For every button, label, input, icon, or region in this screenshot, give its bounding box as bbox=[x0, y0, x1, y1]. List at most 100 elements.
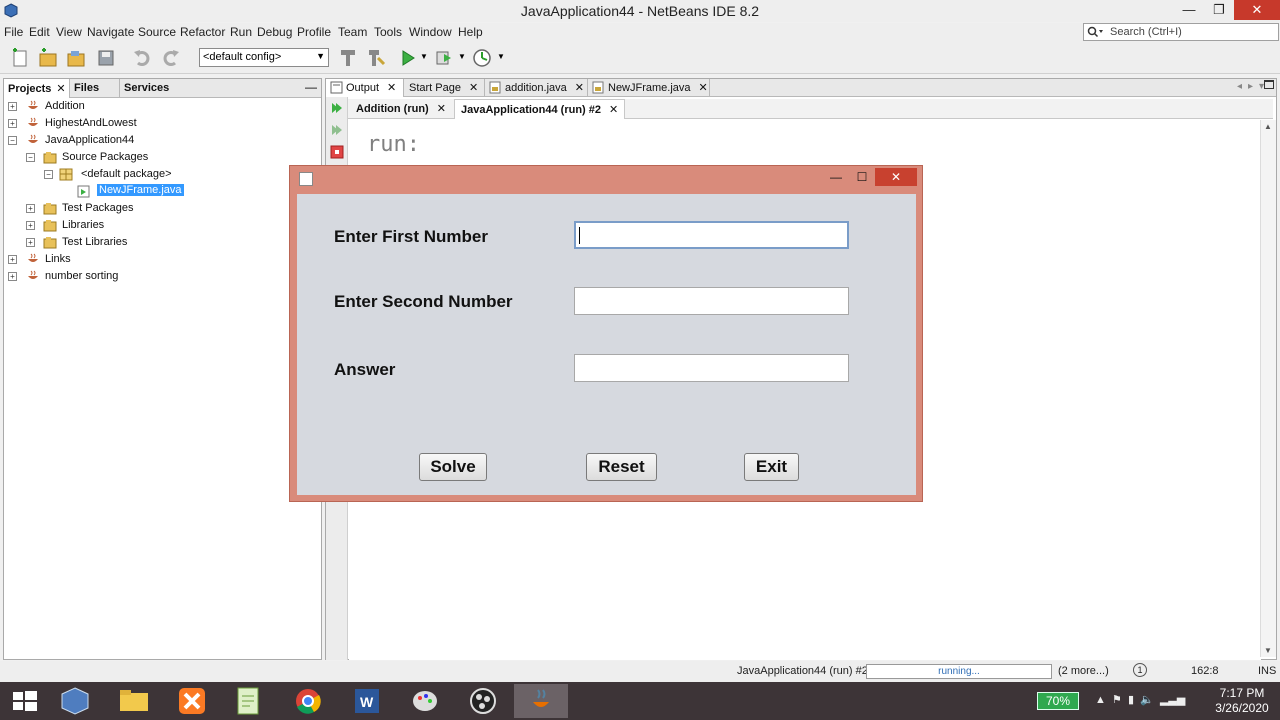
app-maximize-button[interactable]: ☐ bbox=[849, 168, 875, 186]
tab-start-page[interactable]: Start Page ✕ bbox=[404, 79, 485, 97]
menu-help[interactable]: Help bbox=[458, 25, 483, 39]
debug-dropdown-icon[interactable]: ▼ bbox=[458, 52, 466, 61]
tab-projects[interactable]: Projects ✕ bbox=[4, 79, 70, 98]
menu-debug[interactable]: Debug bbox=[257, 25, 292, 39]
build-icon[interactable] bbox=[338, 48, 358, 68]
vertical-scrollbar[interactable]: ▲ ▼ bbox=[1260, 120, 1276, 657]
obs-icon[interactable] bbox=[456, 684, 510, 718]
close-icon[interactable]: ✕ bbox=[575, 82, 584, 94]
close-icon[interactable]: ✕ bbox=[469, 82, 478, 94]
tab-newjframe-java[interactable]: NewJFrame.java ✕ bbox=[588, 79, 710, 97]
collapse-icon[interactable]: − bbox=[44, 170, 53, 179]
minimize-panel-button[interactable]: — bbox=[305, 80, 317, 94]
expand-icon[interactable]: + bbox=[26, 238, 35, 247]
close-icon[interactable]: ✕ bbox=[387, 82, 396, 94]
window-close-button[interactable]: ✕ bbox=[1234, 0, 1280, 20]
run-dropdown-icon[interactable]: ▼ bbox=[420, 52, 428, 61]
save-all-icon[interactable] bbox=[96, 48, 116, 68]
system-tray-icons[interactable]: ▲ ⚑ ▮ 🔈 ▂▃▅ bbox=[1095, 693, 1185, 706]
new-file-icon[interactable] bbox=[10, 48, 30, 68]
scroll-up-icon[interactable]: ▲ bbox=[1264, 122, 1272, 131]
stop-icon[interactable] bbox=[330, 145, 344, 159]
expand-icon[interactable]: + bbox=[26, 204, 35, 213]
reset-button[interactable]: Reset bbox=[586, 453, 657, 481]
tab-output[interactable]: Output ✕ bbox=[326, 79, 404, 97]
paint-icon[interactable] bbox=[398, 684, 452, 718]
title-bar: JavaApplication44 - NetBeans IDE 8.2 — ❐… bbox=[0, 0, 1280, 22]
output-tabs: Addition (run) ✕ JavaApplication44 (run) … bbox=[348, 99, 1273, 119]
tab-addition-java[interactable]: addition.java ✕ bbox=[485, 79, 588, 97]
chrome-icon[interactable] bbox=[281, 684, 335, 718]
profile-icon[interactable] bbox=[472, 48, 492, 68]
config-select[interactable]: <default config> ▼ bbox=[199, 48, 329, 67]
menu-file[interactable]: File bbox=[4, 25, 23, 39]
search-input[interactable]: Search (Ctrl+I) bbox=[1083, 23, 1279, 41]
tab-start-page-label: Start Page bbox=[409, 82, 461, 94]
notepad-plus-icon[interactable] bbox=[222, 684, 276, 718]
expand-icon[interactable]: + bbox=[8, 102, 17, 111]
tab-addition-run[interactable]: Addition (run) ✕ bbox=[350, 99, 452, 119]
debug-icon[interactable] bbox=[434, 48, 454, 68]
running-process-label[interactable]: JavaApplication44 (run) #2 bbox=[737, 665, 868, 677]
maximize-editor-button[interactable] bbox=[1264, 80, 1274, 89]
more-processes-link[interactable]: (2 more...) bbox=[1058, 665, 1109, 677]
menu-view[interactable]: View bbox=[56, 25, 82, 39]
search-placeholder: Search (Ctrl+I) bbox=[1110, 26, 1182, 38]
profile-dropdown-icon[interactable]: ▼ bbox=[497, 52, 505, 61]
tree-item-label: Test Libraries bbox=[62, 236, 128, 248]
tree-item-label: number sorting bbox=[45, 270, 119, 282]
expand-icon[interactable]: + bbox=[8, 119, 17, 128]
window-minimize-button[interactable]: — bbox=[1174, 0, 1204, 20]
menu-profile[interactable]: Profile bbox=[297, 25, 331, 39]
collapse-icon[interactable]: − bbox=[8, 136, 17, 145]
battery-indicator[interactable]: 70% bbox=[1037, 692, 1079, 710]
window-maximize-button[interactable]: ❐ bbox=[1204, 0, 1234, 20]
tab-files[interactable]: Files bbox=[70, 79, 118, 98]
app-close-button[interactable]: ✕ bbox=[875, 168, 917, 186]
rerun-with-params-icon[interactable] bbox=[330, 123, 344, 137]
start-icon[interactable] bbox=[0, 684, 54, 718]
first-number-label: Enter First Number bbox=[334, 227, 488, 246]
app-minimize-button[interactable]: — bbox=[823, 168, 849, 186]
java-icon[interactable] bbox=[514, 684, 568, 718]
new-project-icon[interactable] bbox=[38, 48, 58, 68]
file-explorer-icon[interactable] bbox=[107, 684, 161, 718]
expand-icon[interactable]: + bbox=[26, 221, 35, 230]
close-icon[interactable]: ✕ bbox=[56, 83, 65, 95]
answer-input[interactable] bbox=[574, 354, 849, 382]
scroll-down-icon[interactable]: ▼ bbox=[1264, 646, 1272, 655]
menu-run[interactable]: Run bbox=[230, 25, 252, 39]
clean-build-icon[interactable] bbox=[366, 48, 386, 68]
collapse-icon[interactable]: − bbox=[26, 153, 35, 162]
run-icon[interactable] bbox=[398, 48, 418, 68]
first-number-input[interactable] bbox=[574, 221, 849, 249]
tab-javaapplication44-run[interactable]: JavaApplication44 (run) #2 ✕ bbox=[454, 99, 626, 119]
java-project-icon bbox=[28, 270, 38, 279]
solve-button[interactable]: Solve bbox=[419, 453, 487, 481]
notification-icon[interactable]: 1 bbox=[1133, 663, 1147, 677]
virtualbox-icon[interactable] bbox=[48, 684, 102, 718]
expand-icon[interactable]: + bbox=[8, 272, 17, 281]
clock[interactable]: 7:17 PM 3/26/2020 bbox=[1210, 686, 1274, 716]
text-caret bbox=[579, 227, 580, 244]
tab-services[interactable]: Services bbox=[119, 79, 189, 98]
menu-tools[interactable]: Tools bbox=[374, 25, 402, 39]
exit-button[interactable]: Exit bbox=[744, 453, 799, 481]
second-number-input[interactable] bbox=[574, 287, 849, 315]
close-icon[interactable]: ✕ bbox=[609, 104, 618, 116]
close-icon[interactable]: ✕ bbox=[699, 82, 708, 94]
menu-source[interactable]: Source bbox=[138, 25, 176, 39]
expand-icon[interactable]: + bbox=[8, 255, 17, 264]
redo-icon[interactable] bbox=[161, 48, 181, 68]
menu-window[interactable]: Window bbox=[409, 25, 452, 39]
menu-edit[interactable]: Edit bbox=[29, 25, 50, 39]
menu-refactor[interactable]: Refactor bbox=[180, 25, 225, 39]
open-project-icon[interactable] bbox=[66, 48, 86, 68]
rerun-icon[interactable] bbox=[330, 101, 344, 115]
xampp-icon[interactable] bbox=[165, 684, 219, 718]
menu-team[interactable]: Team bbox=[338, 25, 367, 39]
close-icon[interactable]: ✕ bbox=[437, 103, 446, 115]
undo-icon[interactable] bbox=[132, 48, 152, 68]
word-icon[interactable]: W bbox=[340, 684, 394, 718]
menu-navigate[interactable]: Navigate bbox=[87, 25, 134, 39]
